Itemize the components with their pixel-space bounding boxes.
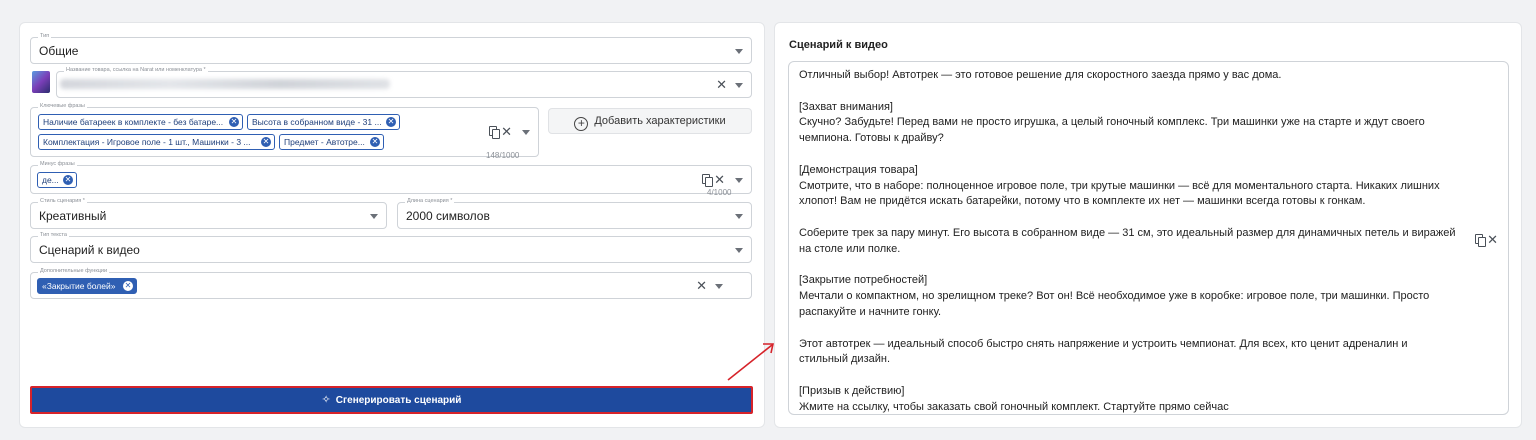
keywords-label: Ключевые фразы xyxy=(38,102,87,110)
chevron-down-icon[interactable] xyxy=(370,214,378,219)
length-label: Длина сценария * xyxy=(405,197,455,205)
clear-icon[interactable]: ✕ xyxy=(716,78,727,91)
chevron-down-icon[interactable] xyxy=(715,284,723,289)
remove-chip-icon[interactable]: ✕ xyxy=(370,137,380,147)
text-type-select[interactable]: Тип текста Сценарий к видео xyxy=(30,231,752,263)
style-value: Креативный xyxy=(39,209,107,223)
keyword-chip[interactable]: Комплектация - Игровое поле - 1 шт., Маш… xyxy=(38,134,275,150)
chevron-down-icon[interactable] xyxy=(522,130,530,135)
keyword-chip[interactable]: Предмет - Автотре... ✕ xyxy=(279,134,384,150)
result-panel: Сценарий к видео Отличный выбор! Автотре… xyxy=(774,22,1522,428)
add-characteristics-button[interactable]: + Добавить характеристики xyxy=(548,108,752,134)
clear-icon[interactable]: ✕ xyxy=(714,173,725,186)
plus-circle-icon: + xyxy=(574,117,589,131)
minus-phrases-label: Минус фразы xyxy=(38,160,77,168)
remove-chip-icon[interactable]: ✕ xyxy=(63,175,73,185)
settings-panel: Тип Общие Название товара, ссылка на Nar… xyxy=(19,22,765,428)
minus-counter: 4/1000 xyxy=(707,188,732,197)
product-thumbnail xyxy=(32,71,50,93)
keywords-input[interactable]: Ключевые фразы Наличие батареек в компле… xyxy=(30,102,539,157)
result-title: Сценарий к видео xyxy=(789,39,888,51)
script-text[interactable]: Отличный выбор! Автотрек — это готовое р… xyxy=(799,68,1459,414)
chevron-down-icon[interactable] xyxy=(735,214,743,219)
remove-chip-icon[interactable]: ✕ xyxy=(229,117,239,127)
chevron-down-icon[interactable] xyxy=(735,248,743,253)
style-label: Стиль сценария * xyxy=(38,197,87,205)
chevron-down-icon[interactable] xyxy=(735,49,743,54)
blurred-product-name xyxy=(60,79,390,89)
clear-icon[interactable]: ✕ xyxy=(501,125,512,138)
type-value: Общие xyxy=(39,44,79,58)
sparkle-icon: ✧ xyxy=(321,394,331,406)
text-type-label: Тип текста xyxy=(38,231,69,239)
keywords-counter: 148/1000 xyxy=(486,151,520,160)
remove-chip-icon[interactable]: ✕ xyxy=(386,117,396,127)
type-select[interactable]: Тип Общие xyxy=(30,32,752,64)
clear-icon[interactable]: ✕ xyxy=(1487,233,1498,246)
script-textarea[interactable]: Отличный выбор! Автотрек — это готовое р… xyxy=(788,61,1509,415)
length-select[interactable]: Длина сценария * 2000 символов xyxy=(397,197,752,229)
product-label: Название товара, ссылка на Narat или ном… xyxy=(64,66,208,74)
remove-chip-icon[interactable]: ✕ xyxy=(123,281,133,291)
copy-icon[interactable] xyxy=(1475,234,1486,247)
copy-icon[interactable] xyxy=(489,126,500,139)
chevron-down-icon[interactable] xyxy=(735,83,743,88)
extra-functions-label: Дополнительные функции xyxy=(38,267,110,275)
keyword-chip[interactable]: Наличие батареек в комплекте - без батар… xyxy=(38,114,243,130)
remove-chip-icon[interactable]: ✕ xyxy=(261,137,271,147)
text-type-value: Сценарий к видео xyxy=(39,243,140,257)
clear-icon[interactable]: ✕ xyxy=(696,279,707,292)
type-label: Тип xyxy=(38,32,52,40)
copy-icon[interactable] xyxy=(702,174,713,187)
extra-function-chip[interactable]: «Закрытие болей» ✕ xyxy=(37,278,137,294)
chevron-down-icon[interactable] xyxy=(735,178,743,183)
generate-script-button[interactable]: ✧ Сгенерировать сценарий xyxy=(30,386,753,414)
minus-phrases-input[interactable]: Минус фразы де... ✕ ✕ xyxy=(30,160,752,194)
style-select[interactable]: Стиль сценария * Креативный xyxy=(30,197,387,229)
keyword-chip[interactable]: Высота в собранном виде - 31 ... ✕ xyxy=(247,114,400,130)
length-value: 2000 символов xyxy=(406,209,490,223)
extra-functions-select[interactable]: Дополнительные функции «Закрытие болей» ✕… xyxy=(30,267,752,299)
minus-chip[interactable]: де... ✕ xyxy=(37,172,77,188)
